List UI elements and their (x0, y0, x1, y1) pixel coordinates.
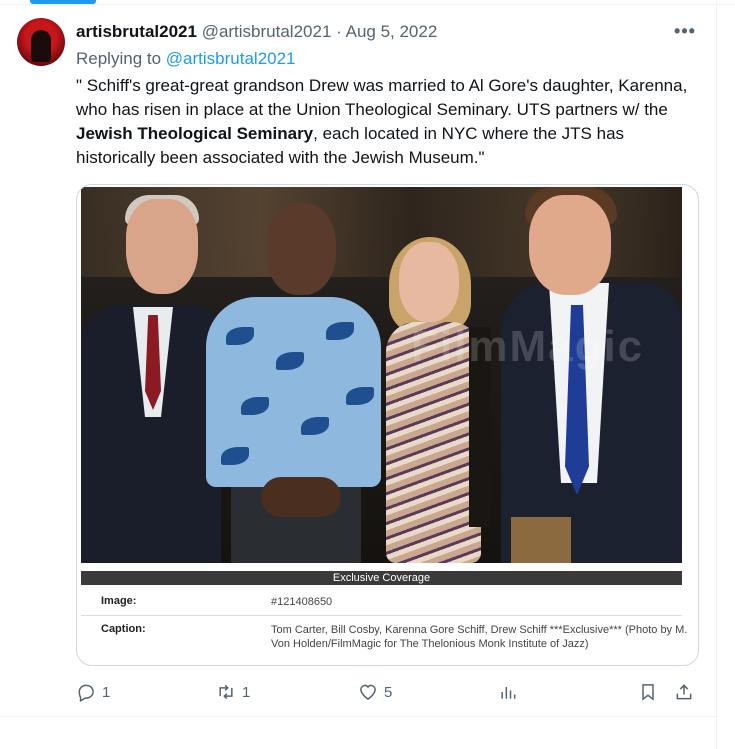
like-count: 5 (384, 683, 393, 701)
shirt-leaf-pattern (241, 397, 269, 415)
retweet-count: 1 (242, 683, 251, 701)
header-separator: · (336, 22, 342, 41)
person-2-hands (261, 477, 341, 517)
shirt-leaf-pattern (276, 352, 304, 370)
caption-label: Caption: (101, 623, 146, 635)
shirt-leaf-pattern (301, 417, 329, 435)
tweet-text: " Schiff's great-great grandson Drew was… (76, 74, 701, 170)
shirt-leaf-pattern (221, 447, 249, 465)
reply-button[interactable]: 1 (76, 680, 110, 704)
share-button[interactable] (674, 680, 694, 704)
person-2-head (266, 203, 336, 295)
person-4-pants (511, 517, 571, 563)
tweet-header: artisbrutal2021 @artisbrutal2021 · Aug 5… (76, 22, 676, 42)
views-icon (501, 687, 516, 699)
caption-value: Tom Carter, Bill Cosby, Karenna Gore Sch… (271, 624, 688, 650)
bookmark-icon (642, 684, 654, 701)
views-button[interactable] (498, 680, 518, 704)
retweet-icon (219, 684, 233, 700)
avatar[interactable] (17, 18, 65, 66)
shirt-leaf-pattern (326, 322, 354, 340)
user-handle[interactable]: @artisbrutal2021 (202, 22, 332, 41)
reply-count: 1 (102, 683, 111, 701)
reply-icon (78, 684, 94, 702)
tweet-text-part1: " Schiff's great-great grandson Drew was… (76, 76, 688, 119)
exclusive-banner: Exclusive Coverage (81, 571, 682, 585)
media-card[interactable]: FilmMagic Exclusive Coverage Image: #121… (76, 184, 699, 666)
person-3-head (399, 242, 459, 322)
image-label: Image: (101, 595, 137, 607)
tweet-text-bold: Jewish Theological Seminary (76, 124, 314, 143)
image-value: #121408650 (271, 596, 333, 608)
person-1-head (126, 199, 198, 294)
meta-divider (81, 615, 682, 616)
shirt-leaf-pattern (226, 327, 254, 345)
like-button[interactable]: 5 (358, 680, 392, 704)
display-name[interactable]: artisbrutal2021 (76, 22, 197, 41)
reply-to-link[interactable]: @artisbrutal2021 (166, 49, 296, 68)
photo-watermark: FilmMagic (411, 322, 645, 371)
shirt-leaf-pattern (346, 387, 374, 405)
bookmark-button[interactable] (638, 680, 658, 704)
tweet-date[interactable]: Aug 5, 2022 (346, 22, 438, 41)
caption-row: Caption: Tom Carter, Bill Cosby, Karenna… (81, 623, 687, 653)
image-id-row: Image: #121408650 (81, 595, 682, 615)
more-options-icon[interactable]: ••• (672, 18, 698, 44)
event-photo: FilmMagic (81, 187, 682, 563)
top-divider (0, 4, 735, 5)
tweet-actions: 1 1 5 (76, 680, 701, 704)
avatar-figure (31, 30, 51, 62)
person-4-head (529, 195, 611, 295)
like-icon (360, 684, 376, 700)
retweet-button[interactable]: 1 (216, 680, 250, 704)
reply-prefix: Replying to (76, 49, 162, 68)
column-border (716, 0, 717, 749)
bottom-divider (0, 716, 716, 717)
person-2-shirt (206, 297, 381, 487)
replying-to: Replying to @artisbrutal2021 (76, 49, 296, 69)
share-icon (676, 684, 692, 700)
